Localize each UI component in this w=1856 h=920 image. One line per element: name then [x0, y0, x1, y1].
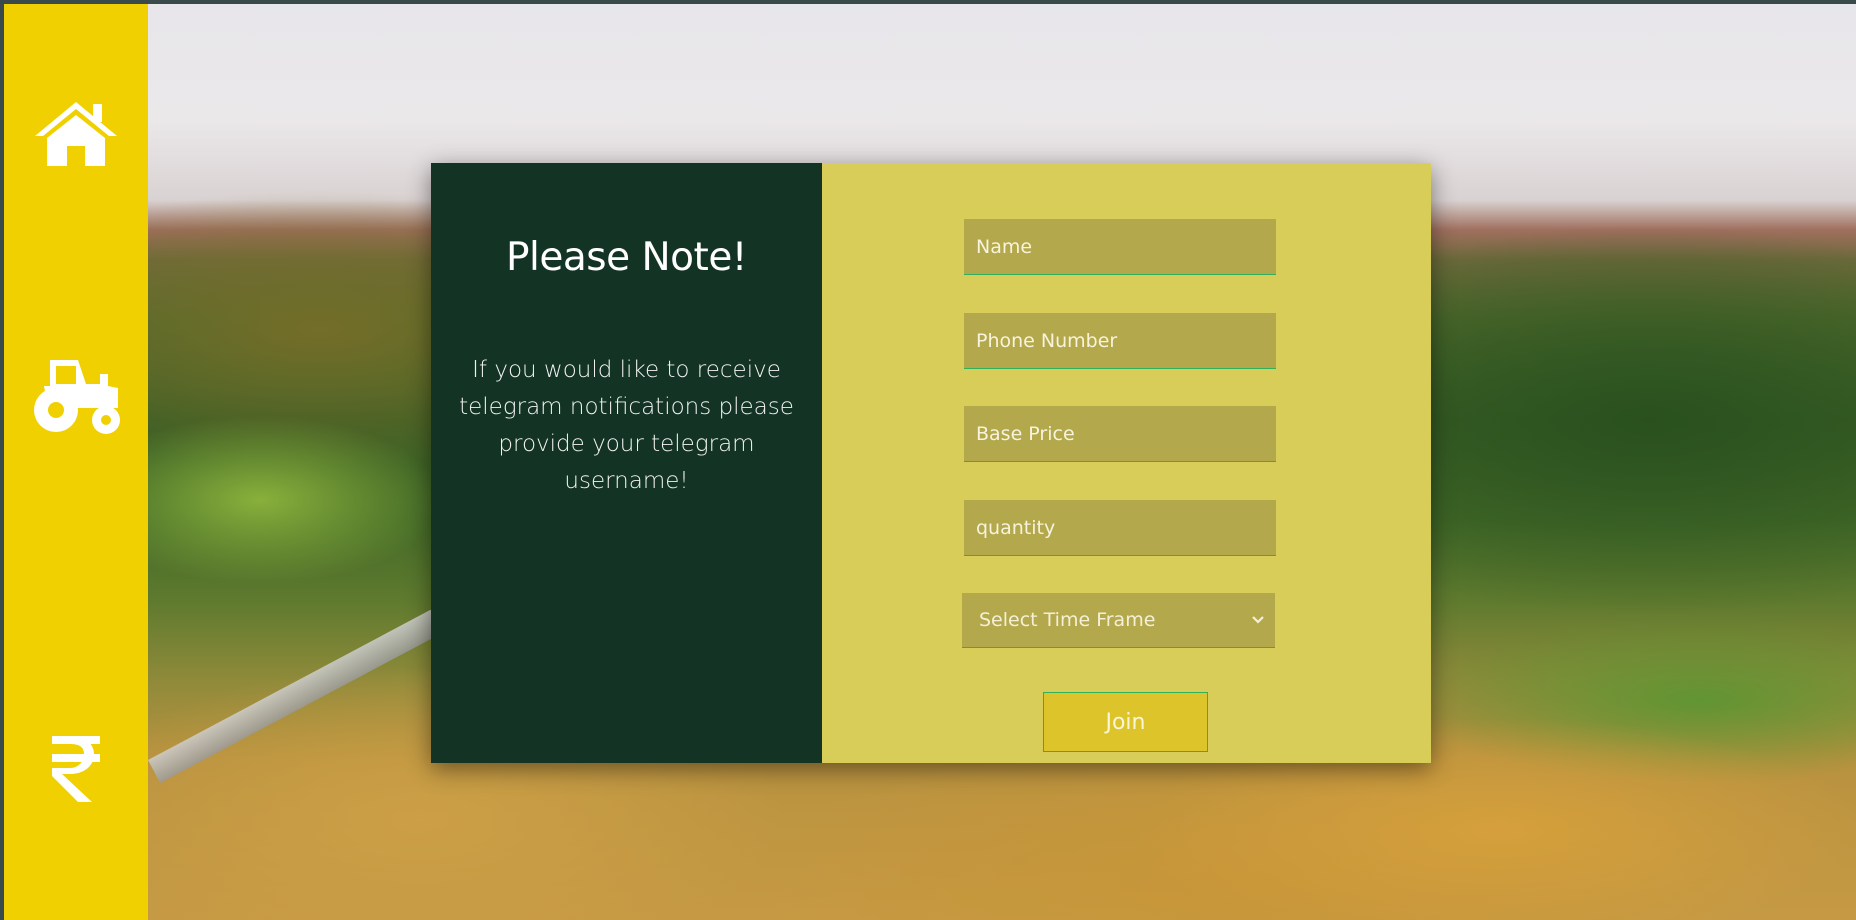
base-price-input[interactable] [964, 406, 1276, 462]
tractor-icon [34, 360, 120, 434]
name-input[interactable] [964, 219, 1276, 275]
home-icon [35, 102, 117, 166]
join-card: Please Note! If you would like to receiv… [431, 163, 1431, 763]
join-button[interactable]: Join [1043, 692, 1208, 752]
sidebar [4, 4, 148, 920]
chevron-down-icon [1252, 616, 1264, 624]
time-frame-selected-value: Select Time Frame [979, 609, 1156, 631]
join-form: Select Time Frame Join [822, 163, 1431, 763]
quantity-input[interactable] [964, 500, 1276, 556]
note-panel: Please Note! If you would like to receiv… [431, 163, 822, 763]
sidebar-item-home[interactable] [4, 100, 148, 170]
time-frame-select[interactable]: Select Time Frame [962, 593, 1275, 648]
rupee-icon [52, 736, 100, 802]
phone-number-input[interactable] [964, 313, 1276, 369]
note-title: Please Note! [506, 235, 747, 280]
top-edge [0, 0, 1856, 4]
sidebar-item-pricing[interactable] [4, 732, 148, 804]
note-text: If you would like to receive telegram no… [459, 357, 794, 494]
sidebar-item-farm[interactable] [4, 356, 148, 436]
